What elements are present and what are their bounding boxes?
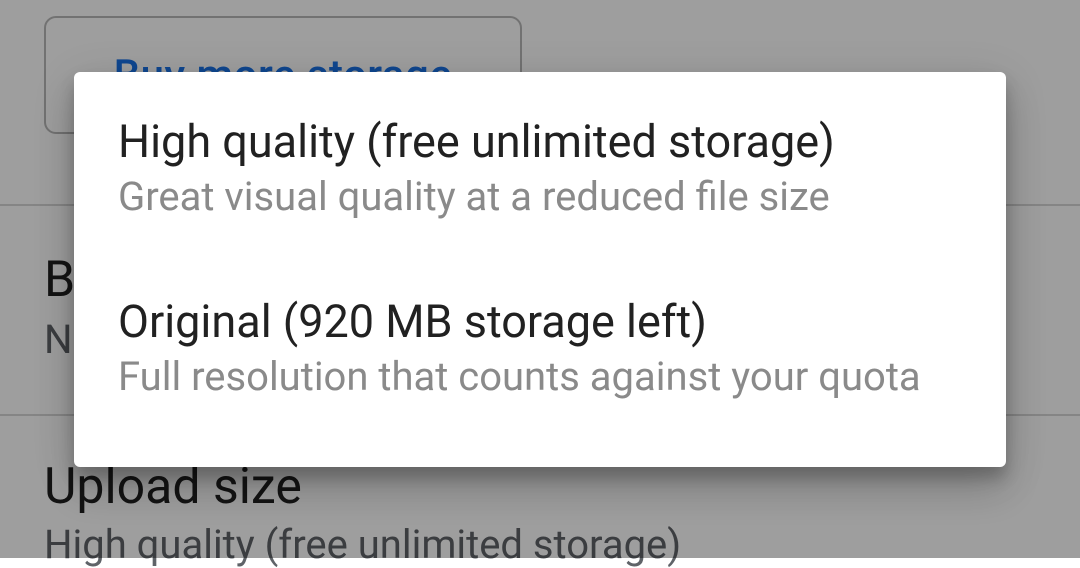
option-desc: Great visual quality at a reduced file s… xyxy=(118,170,962,224)
upload-size-dialog: High quality (free unlimited storage) Gr… xyxy=(74,72,1006,467)
option-original[interactable]: Original (920 MB storage left) Full reso… xyxy=(118,296,962,404)
option-title: Original (920 MB storage left) xyxy=(118,296,962,348)
option-high-quality[interactable]: High quality (free unlimited storage) Gr… xyxy=(118,116,962,224)
option-title: High quality (free unlimited storage) xyxy=(118,116,962,168)
option-desc: Full resolution that counts against your… xyxy=(118,350,962,404)
